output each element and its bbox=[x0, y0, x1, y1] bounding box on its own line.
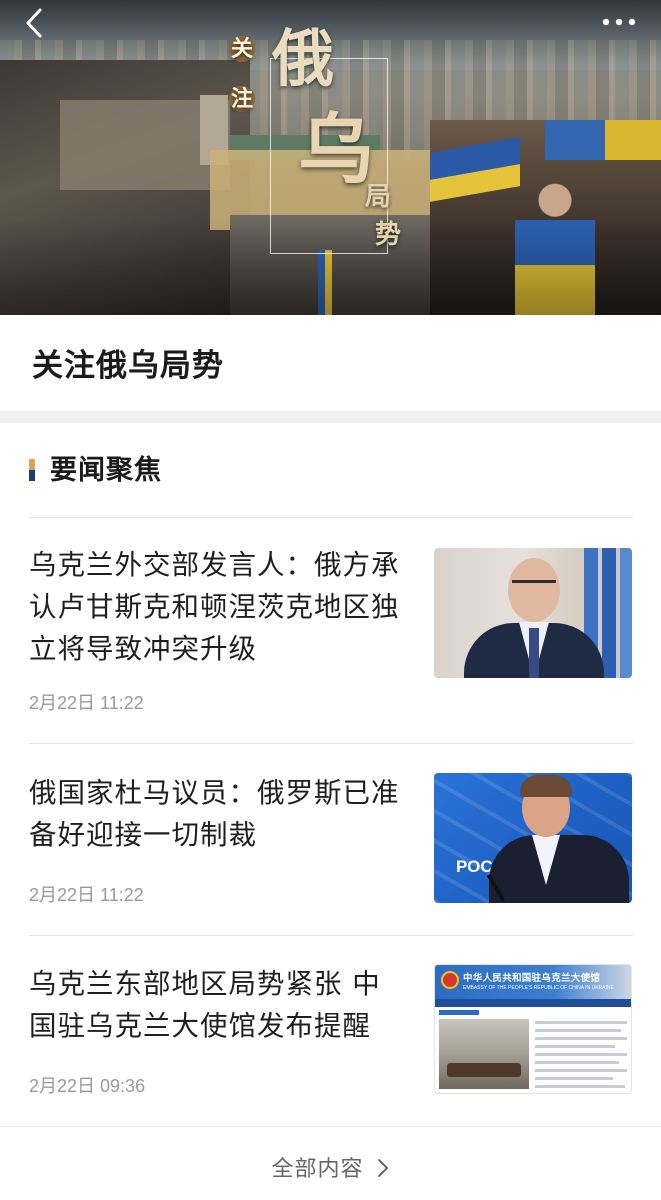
topic-banner: 关 注 俄 乌 局 势 bbox=[0, 0, 661, 315]
back-button[interactable] bbox=[18, 6, 52, 40]
page-title: 关注俄乌局势 bbox=[32, 348, 224, 384]
news-time: 2月22日 11:22 bbox=[29, 693, 144, 713]
news-headline-line: 俄国家杜马议员：俄罗斯已准 bbox=[29, 777, 400, 809]
news-item-3[interactable]: 乌克兰东部地区局势紧张 中 国驻乌克兰大使馆发布提醒 2月22日 09:36 中… bbox=[0, 936, 661, 1126]
banner-word-3: 俄 bbox=[272, 22, 335, 95]
all-content-link[interactable]: 全部内容 bbox=[0, 1126, 661, 1200]
thumb-person-hair bbox=[520, 775, 572, 797]
thumb-person-head bbox=[508, 558, 560, 622]
news-time: 2月22日 09:36 bbox=[29, 1076, 146, 1096]
news-time: 2月22日 11:22 bbox=[29, 885, 144, 905]
thumb-site-title: 中华人民共和国驻乌克兰大使馆 bbox=[463, 973, 601, 984]
banner-word-4: 乌 bbox=[298, 105, 374, 194]
thumb-text-line bbox=[535, 1061, 619, 1064]
national-emblem-icon bbox=[441, 971, 459, 989]
news-thumbnail[interactable]: 中华人民共和国驻乌克兰大使馆 EMBASSY OF THE PEOPLE'S R… bbox=[434, 964, 632, 1094]
thumb-meeting-table bbox=[447, 1063, 521, 1077]
news-headline-line: 认卢甘斯克和顿涅茨克地区独 bbox=[29, 591, 400, 623]
news-headline: 乌克兰东部地区局势紧张 中 国驻乌克兰大使馆发布提醒 bbox=[29, 963, 425, 1047]
thumb-text-line bbox=[535, 1077, 613, 1080]
thumb-text-line bbox=[535, 1037, 627, 1040]
news-headline-line: 国驻乌克兰大使馆发布提醒 bbox=[29, 1010, 371, 1042]
section-marker bbox=[29, 459, 35, 481]
chevron-left-icon bbox=[26, 8, 42, 38]
thumb-site-subtitle: EMBASSY OF THE PEOPLE'S REPUBLIC OF CHIN… bbox=[463, 985, 614, 991]
thumb-text-line bbox=[535, 1045, 615, 1048]
all-content-row: 全部内容 bbox=[0, 1151, 661, 1183]
more-button[interactable] bbox=[598, 6, 642, 38]
thumb-person-glasses bbox=[512, 580, 556, 590]
thumb-side-title bbox=[439, 1010, 479, 1015]
news-headline: 乌克兰外交部发言人：俄方承 认卢甘斯克和顿涅茨克地区独 立将导致冲突升级 bbox=[29, 544, 425, 670]
thumb-text-line bbox=[535, 1069, 627, 1072]
thumb-person-tie bbox=[529, 628, 539, 678]
news-headline: 俄国家杜马议员：俄罗斯已准 备好迎接一切制裁 bbox=[29, 772, 425, 856]
news-thumbnail[interactable]: РОСС bbox=[434, 773, 632, 903]
news-headline-line: 备好迎接一切制裁 bbox=[29, 819, 257, 851]
more-dots-icon bbox=[602, 18, 636, 26]
news-thumbnail[interactable] bbox=[434, 548, 632, 678]
news-headline-line: 乌克兰外交部发言人：俄方承 bbox=[29, 549, 400, 581]
thumb-site-nav bbox=[435, 999, 631, 1007]
thumb-person-suit bbox=[489, 835, 629, 903]
thumb-text-line bbox=[535, 1053, 627, 1056]
all-content-label: 全部内容 bbox=[271, 1157, 364, 1182]
news-item-2[interactable]: 俄国家杜马议员：俄罗斯已准 备好迎接一切制裁 2月22日 11:22 РОСС bbox=[0, 744, 661, 935]
banner-word-2: 注 bbox=[229, 86, 255, 112]
thumb-text-line bbox=[535, 1085, 625, 1088]
chevron-right-icon bbox=[377, 1159, 388, 1177]
news-headline-line: 立将导致冲突升级 bbox=[29, 633, 257, 665]
section-title: 要闻聚焦 bbox=[50, 455, 162, 486]
section-separator bbox=[0, 411, 661, 423]
thumb-flag bbox=[620, 548, 632, 678]
thumb-meeting-photo bbox=[439, 1019, 529, 1089]
thumb-text-line bbox=[535, 1021, 627, 1024]
news-headline-line: 乌克兰东部地区局势紧张 中 bbox=[29, 968, 381, 1000]
banner-word-6: 势 bbox=[375, 220, 402, 250]
banner-word-5: 局 bbox=[365, 182, 392, 212]
thumb-text-line bbox=[535, 1029, 621, 1032]
thumb-flag bbox=[602, 548, 616, 678]
news-item-1[interactable]: 乌克兰外交部发言人：俄方承 认卢甘斯克和顿涅茨克地区独 立将导致冲突升级 2月2… bbox=[0, 518, 661, 743]
banner-word-1: 关 bbox=[229, 36, 255, 62]
